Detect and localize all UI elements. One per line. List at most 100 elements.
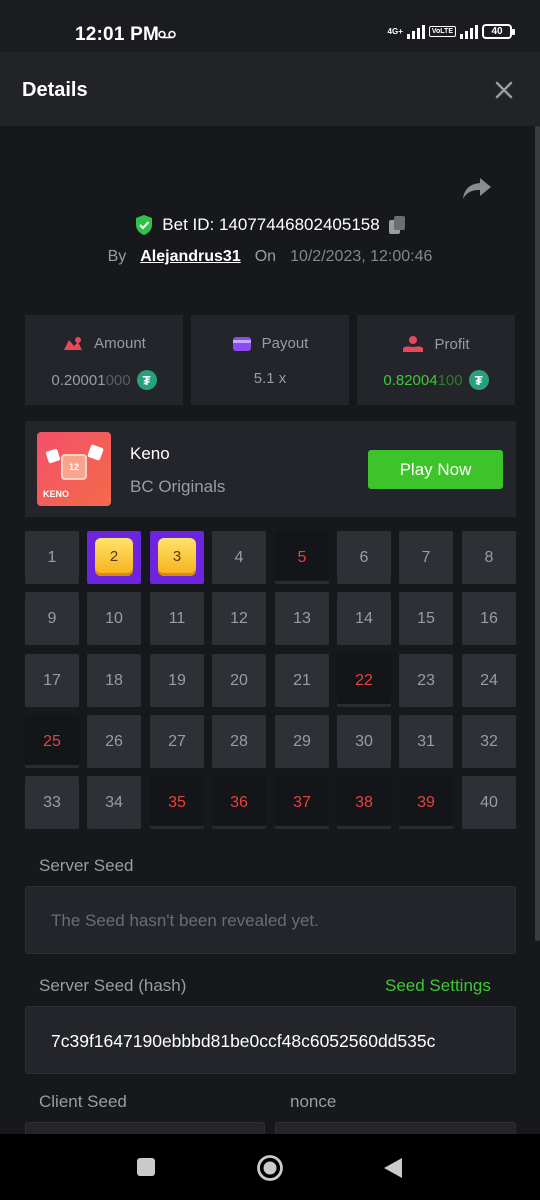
amount-card: Amount 0.20001000 ₮ (25, 315, 183, 405)
keno-cell-9[interactable]: 9 (25, 592, 79, 645)
keno-cell-8[interactable]: 8 (462, 531, 516, 584)
wallet-icon (232, 336, 251, 351)
bet-byline: By Alejandrus31 On 10/2/2023, 12:00:46 (0, 248, 540, 266)
game-provider: BC Originals (130, 477, 226, 496)
keno-cell-39[interactable]: 39 (399, 776, 453, 829)
keno-cell-10[interactable]: 10 (87, 592, 141, 645)
voicemail-icon (158, 30, 176, 39)
bet-id-row: Bet ID: 14077446802405158 (0, 214, 540, 236)
keno-cell-21[interactable]: 21 (275, 654, 329, 707)
keno-cell-14[interactable]: 14 (337, 592, 391, 645)
payout-card: Payout 5.1 x (191, 315, 349, 405)
close-icon[interactable] (492, 78, 516, 102)
dice-icon (45, 448, 61, 464)
recents-button[interactable] (136, 1157, 156, 1177)
server-seed-value: The Seed hasn't been revealed yet. (51, 911, 319, 930)
bet-id: Bet ID: 14077446802405158 (162, 215, 380, 234)
profit-value: 0.82004100 (383, 371, 463, 389)
keno-cell-24[interactable]: 24 (462, 654, 516, 707)
keno-cell-36[interactable]: 36 (212, 776, 266, 829)
server-seed-hash-field[interactable]: 7c39f1647190ebbbd81be0ccf48c6052560dd535… (25, 1006, 516, 1074)
keno-cell-16[interactable]: 16 (462, 592, 516, 645)
status-bar: 12:01 PM 4G+ VoLTE 40 (0, 0, 540, 52)
keno-cell-26[interactable]: 26 (87, 715, 141, 768)
keno-cell-3[interactable]: 3 (150, 531, 204, 584)
keno-cell-11[interactable]: 11 (150, 592, 204, 645)
android-nav-bar (0, 1134, 540, 1200)
signal-icon-2 (460, 24, 478, 39)
server-seed-hash-label: Server Seed (hash) (39, 976, 187, 995)
keno-cell-1[interactable]: 1 (25, 531, 79, 584)
gem-tile: 2 (95, 538, 133, 576)
keno-cell-12[interactable]: 12 (212, 592, 266, 645)
keno-cell-6[interactable]: 6 (337, 531, 391, 584)
amount-label: Amount (94, 335, 146, 352)
home-button[interactable] (256, 1154, 284, 1182)
keno-cell-30[interactable]: 30 (337, 715, 391, 768)
by-label: By (107, 248, 127, 265)
keno-cell-5[interactable]: 5 (275, 531, 329, 584)
network-type: 4G+ (387, 26, 403, 36)
keno-cell-40[interactable]: 40 (462, 776, 516, 829)
gem-tile: 3 (158, 538, 196, 576)
keno-cell-35[interactable]: 35 (150, 776, 204, 829)
amount-value: 0.20001000 (51, 371, 131, 389)
client-seed-label: Client Seed (39, 1092, 127, 1111)
profit-label: Profit (434, 335, 470, 353)
keno-cell-27[interactable]: 27 (150, 715, 204, 768)
keno-cell-37[interactable]: 37 (275, 776, 329, 829)
keno-cell-17[interactable]: 17 (25, 654, 79, 707)
signal-icon (406, 24, 425, 39)
seed-settings-link[interactable]: Seed Settings (385, 976, 491, 996)
verified-shield-icon (136, 215, 153, 235)
keno-cell-29[interactable]: 29 (275, 715, 329, 768)
keno-cell-19[interactable]: 19 (150, 654, 204, 707)
server-seed-label: Server Seed (39, 856, 134, 875)
game-name: Keno (130, 444, 170, 463)
share-icon[interactable] (462, 176, 492, 202)
keno-cell-28[interactable]: 28 (212, 715, 266, 768)
thumb-label: KENO (43, 489, 70, 499)
keno-cell-20[interactable]: 20 (212, 654, 266, 707)
keno-cell-2[interactable]: 2 (87, 531, 141, 584)
amount-icon (64, 336, 83, 350)
details-header: Details (0, 52, 540, 126)
keno-cell-4[interactable]: 4 (212, 531, 266, 584)
server-seed-field[interactable]: The Seed hasn't been revealed yet. (25, 886, 516, 954)
payout-label: Payout (261, 335, 309, 352)
keno-cell-34[interactable]: 34 (87, 776, 141, 829)
username-link[interactable]: Alejandrus31 (140, 248, 240, 266)
keno-cell-18[interactable]: 18 (87, 654, 141, 707)
status-icons: 4G+ VoLTE 40 (387, 24, 515, 39)
back-button[interactable] (382, 1156, 404, 1180)
dice-icon (87, 444, 104, 461)
bet-date: 10/2/2023, 12:00:46 (290, 248, 433, 265)
keno-cell-25[interactable]: 25 (25, 715, 79, 768)
keno-cell-23[interactable]: 23 (399, 654, 453, 707)
thumb-number: 12 (61, 454, 87, 480)
payout-value: 5.1 x (253, 370, 287, 387)
profit-card: Profit 0.82004100 ₮ (357, 315, 515, 405)
volte-badge: VoLTE (428, 26, 456, 37)
keno-cell-13[interactable]: 13 (275, 592, 329, 645)
status-time: 12:01 PM (75, 24, 159, 45)
profit-icon (403, 336, 424, 352)
on-label: On (254, 248, 277, 265)
play-now-button[interactable]: Play Now (368, 450, 503, 489)
keno-cell-33[interactable]: 33 (25, 776, 79, 829)
tether-icon: ₮ (136, 370, 157, 390)
keno-thumbnail[interactable]: 12 KENO (37, 432, 111, 506)
tether-icon: ₮ (468, 370, 489, 390)
keno-cell-15[interactable]: 15 (399, 592, 453, 645)
keno-cell-22[interactable]: 22 (337, 654, 391, 707)
keno-cell-7[interactable]: 7 (399, 531, 453, 584)
game-card: 12 KENO Keno BC Originals Play Now (25, 421, 516, 517)
keno-cell-38[interactable]: 38 (337, 776, 391, 829)
nonce-label: nonce (290, 1092, 337, 1111)
battery-icon: 40 (482, 24, 515, 39)
keno-cell-32[interactable]: 32 (462, 715, 516, 768)
copy-icon[interactable] (388, 215, 406, 235)
page-title: Details (22, 79, 88, 101)
keno-cell-31[interactable]: 31 (399, 715, 453, 768)
server-seed-hash-value: 7c39f1647190ebbbd81be0ccf48c6052560dd535… (51, 1031, 436, 1051)
